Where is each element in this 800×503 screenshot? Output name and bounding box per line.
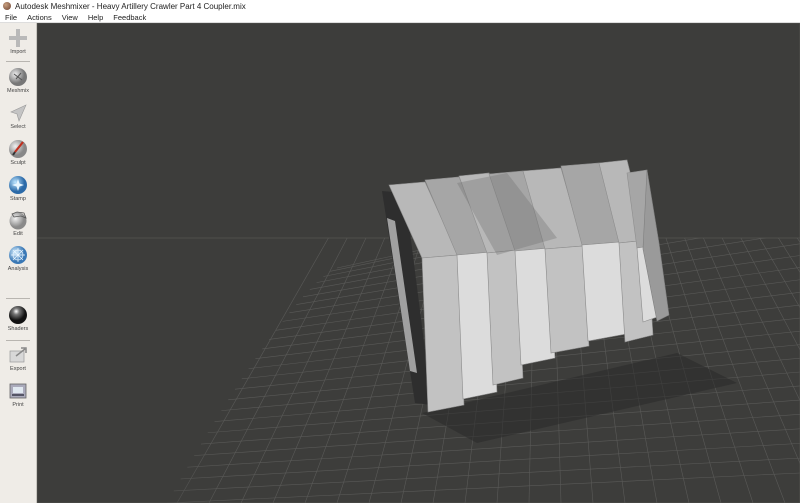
menu-help[interactable]: Help (83, 13, 108, 22)
import-label: Import (10, 49, 26, 55)
select-arrow-icon (10, 104, 27, 122)
export-label: Export (10, 366, 26, 372)
menu-actions[interactable]: Actions (22, 13, 57, 22)
edit-button[interactable]: Edit (0, 208, 36, 242)
meshmix-icon (9, 68, 27, 86)
stamp-button[interactable]: Stamp (0, 173, 36, 207)
export-icon (9, 347, 27, 363)
select-label: Select (10, 124, 26, 130)
floor-grid (37, 23, 800, 503)
menu-feedback[interactable]: Feedback (108, 13, 151, 22)
shaders-label: Shaders (7, 326, 29, 332)
meshmix-label: Meshmix (6, 88, 29, 94)
window-title: Autodesk Meshmixer - Heavy Artillery Cra… (15, 1, 246, 11)
print-button[interactable]: Print (0, 379, 36, 413)
plus-icon (9, 29, 27, 47)
viewport-canvas[interactable] (37, 23, 800, 503)
analysis-button[interactable]: Analysis (0, 243, 36, 277)
print-label: Print (12, 402, 24, 408)
select-button[interactable]: Select (0, 101, 36, 135)
import-button[interactable]: Import (0, 26, 36, 60)
brush-icon (9, 140, 27, 158)
tool-sidebar: Import Meshmix Select Sculpt Stamp Edit … (0, 23, 37, 503)
shaders-icon (9, 306, 27, 324)
meshmix-button[interactable]: Meshmix (0, 65, 36, 99)
menu-file[interactable]: File (0, 13, 22, 22)
title-bar: Autodesk Meshmixer - Heavy Artillery Cra… (0, 0, 800, 12)
rib-front-face (581, 241, 627, 342)
menu-bar: File Actions View Help Feedback (0, 12, 800, 23)
export-button[interactable]: Export (0, 343, 36, 377)
rib-front-face (544, 245, 590, 354)
meshmixer-logo-icon (3, 2, 11, 10)
edit-label: Edit (13, 231, 23, 237)
stamp-icon (9, 176, 27, 194)
analysis-label: Analysis (7, 266, 29, 272)
print-icon (9, 383, 27, 399)
analysis-icon (9, 246, 27, 264)
menu-view[interactable]: View (57, 13, 83, 22)
edit-icon (9, 211, 27, 230)
shaders-button[interactable]: Shaders (0, 303, 36, 337)
3d-viewport[interactable] (37, 23, 800, 503)
sculpt-label: Sculpt (10, 160, 26, 166)
sculpt-button[interactable]: Sculpt (0, 137, 36, 171)
stamp-label: Stamp (10, 196, 26, 202)
